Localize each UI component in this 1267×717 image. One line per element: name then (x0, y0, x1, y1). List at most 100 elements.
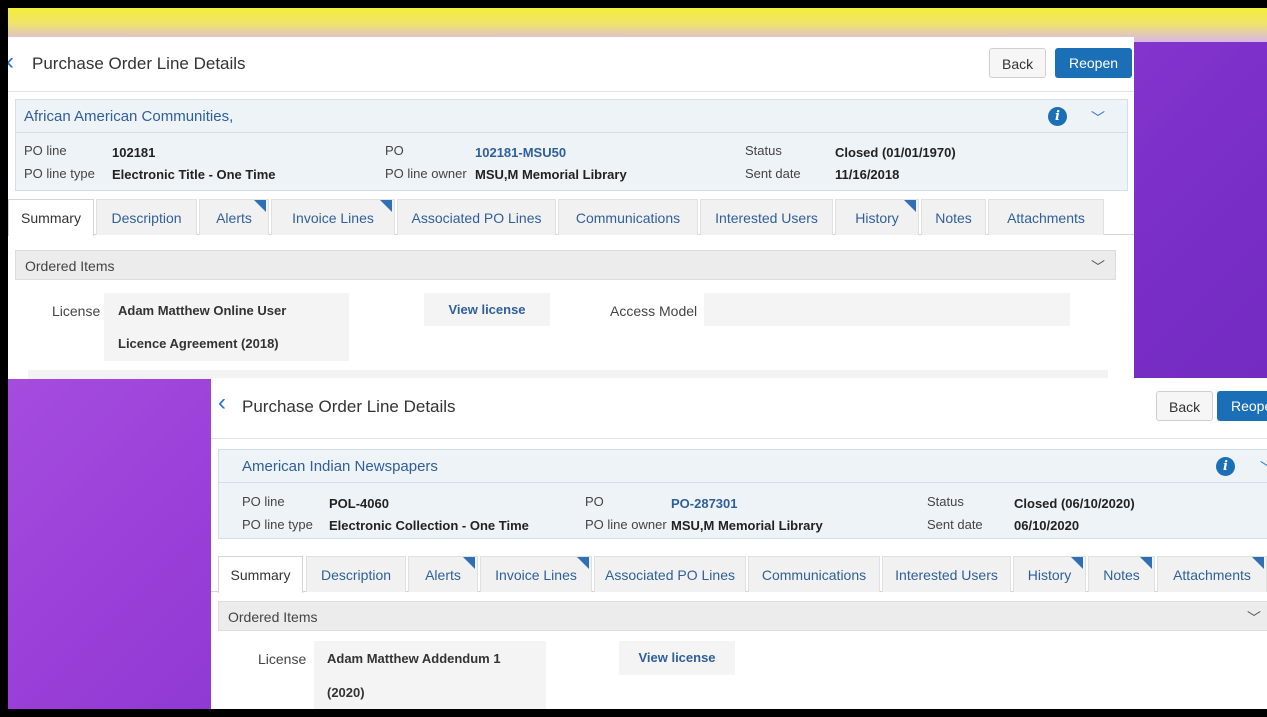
tab-label: Notes (1103, 567, 1140, 583)
tab-summary[interactable]: Summary (8, 199, 94, 236)
page-title: Purchase Order Line Details (32, 54, 246, 73)
status-value: Closed (01/01/1970) (835, 145, 956, 160)
tab-summary[interactable]: Summary (218, 556, 303, 593)
tab-label: Attachments (1173, 567, 1251, 583)
sent-date-label: Sent date (745, 166, 801, 181)
tab-associated-po-lines[interactable]: Associated PO Lines (594, 556, 746, 592)
po-line-panel-2: ‹ Purchase Order Line Details Back Reope… (211, 378, 1267, 709)
po-line-value: 102181 (112, 145, 156, 160)
po-line-summary-box: American Indian Newspapers i ﹀ PO line P… (218, 449, 1267, 539)
tab-communications[interactable]: Communications (558, 199, 698, 235)
po-line-type-value: Electronic Collection - One Time (329, 518, 529, 533)
flag-icon (380, 200, 392, 212)
reopen-button[interactable]: Reopen (1055, 48, 1133, 78)
tab-associated-po-lines[interactable]: Associated PO Lines (397, 199, 556, 235)
tab-interested-users[interactable]: Interested Users (700, 199, 833, 235)
status-label: Status (745, 143, 782, 158)
po-label: PO (385, 143, 404, 158)
access-model-value (704, 293, 1070, 326)
access-model-label: Access Model (610, 303, 698, 319)
sent-date-label: Sent date (927, 517, 983, 532)
sent-date-value: 06/10/2020 (1014, 518, 1080, 533)
po-number-link[interactable]: PO-287301 (671, 496, 738, 511)
chevron-down-icon[interactable]: ﹀ (1091, 257, 1105, 277)
view-license-link[interactable]: View license (424, 293, 550, 326)
item-title-link[interactable]: African American Communities, (24, 108, 233, 125)
license-value-box: Adam Matthew Online User Licence Agreeme… (104, 293, 349, 361)
license-label: License (258, 651, 307, 667)
info-icon[interactable]: i (1216, 457, 1235, 476)
tab-label: Alerts (216, 210, 252, 226)
tab-interested-users[interactable]: Interested Users (882, 556, 1011, 592)
back-button[interactable]: Back (989, 48, 1047, 78)
po-line-label: PO line (24, 143, 67, 158)
po-line-panel-1: ‹ Purchase Order Line Details Back Reope… (8, 37, 1134, 379)
ordered-items-header[interactable]: Ordered Items ﹀ (15, 250, 1116, 280)
tab-label: Invoice Lines (495, 567, 577, 583)
flag-icon (904, 200, 916, 212)
tab-label: History (855, 210, 899, 226)
license-line-2: (2020) (327, 685, 365, 700)
tab-attachments[interactable]: Attachments (1157, 556, 1267, 592)
info-icon[interactable]: i (1048, 107, 1067, 126)
tab-history[interactable]: History (835, 199, 919, 235)
tab-label: Alerts (425, 567, 461, 583)
ordered-items-title: Ordered Items (25, 258, 115, 274)
chevron-left-icon[interactable]: ‹ (8, 50, 14, 74)
tab-bar: Summary Description Alerts Invoice Lines… (211, 554, 1267, 593)
flag-icon (463, 557, 475, 569)
po-line-owner-label: PO line owner (385, 166, 467, 181)
panel-header: ‹ Purchase Order Line Details Back Reope… (8, 37, 1134, 92)
po-line-value: POL-4060 (329, 496, 389, 511)
flag-icon (1071, 557, 1083, 569)
license-line-2: Licence Agreement (2018) (118, 336, 279, 351)
flag-icon (577, 557, 589, 569)
panel-header: ‹ Purchase Order Line Details Back Reope (211, 378, 1267, 439)
po-number-link[interactable]: 102181-MSU50 (475, 145, 566, 160)
tab-alerts[interactable]: Alerts (408, 556, 478, 592)
view-license-link[interactable]: View license (619, 641, 735, 675)
tab-communications[interactable]: Communications (748, 556, 880, 592)
po-line-summary-box: African American Communities, i ﹀ PO lin… (15, 99, 1128, 191)
ordered-items-title: Ordered Items (228, 609, 318, 625)
license-value-box: Adam Matthew Addendum 1 (2020) (314, 641, 546, 709)
tab-invoice-lines[interactable]: Invoice Lines (480, 556, 592, 592)
page-title: Purchase Order Line Details (242, 397, 456, 416)
tab-description[interactable]: Description (306, 556, 406, 592)
po-line-type-value: Electronic Title - One Time (112, 167, 276, 182)
status-value: Closed (06/10/2020) (1014, 496, 1135, 511)
chevron-down-icon[interactable]: ﹀ (1247, 608, 1261, 628)
po-line-owner-label: PO line owner (585, 517, 667, 532)
po-line-type-label: PO line type (24, 166, 95, 181)
tab-bar: Summary Description Alerts Invoice Lines… (8, 197, 1134, 236)
tab-invoice-lines[interactable]: Invoice Lines (271, 199, 395, 235)
chevron-left-icon[interactable]: ‹ (218, 391, 226, 415)
tab-notes[interactable]: Notes (1088, 556, 1155, 592)
chevron-down-icon[interactable]: ﹀ (1091, 108, 1105, 128)
tab-label: Invoice Lines (292, 210, 374, 226)
slide-background: ‹ Purchase Order Line Details Back Reope… (8, 8, 1267, 709)
tab-history[interactable]: History (1013, 556, 1086, 592)
tab-description[interactable]: Description (96, 199, 197, 235)
back-button[interactable]: Back (1156, 391, 1214, 421)
item-title-link[interactable]: American Indian Newspapers (242, 458, 438, 475)
status-label: Status (927, 494, 964, 509)
divider (219, 482, 1267, 483)
tab-attachments[interactable]: Attachments (988, 199, 1104, 235)
tab-alerts[interactable]: Alerts (199, 199, 269, 235)
po-line-owner-value: MSU,M Memorial Library (475, 167, 627, 182)
sent-date-value: 11/16/2018 (835, 167, 900, 182)
license-line-1: Adam Matthew Addendum 1 (327, 651, 501, 666)
po-label: PO (585, 494, 604, 509)
tab-label: History (1027, 567, 1072, 583)
license-line-1: Adam Matthew Online User (118, 303, 287, 318)
reopen-button[interactable]: Reope (1217, 391, 1267, 421)
po-line-label: PO line (242, 494, 285, 509)
po-line-owner-value: MSU,M Memorial Library (671, 518, 823, 533)
tab-notes[interactable]: Notes (921, 199, 986, 235)
ordered-items-header[interactable]: Ordered Items ﹀ (218, 601, 1267, 631)
divider (16, 132, 1127, 133)
flag-icon (1252, 557, 1264, 569)
po-line-type-label: PO line type (242, 517, 313, 532)
chevron-down-icon[interactable]: ﹀ (1260, 458, 1267, 478)
